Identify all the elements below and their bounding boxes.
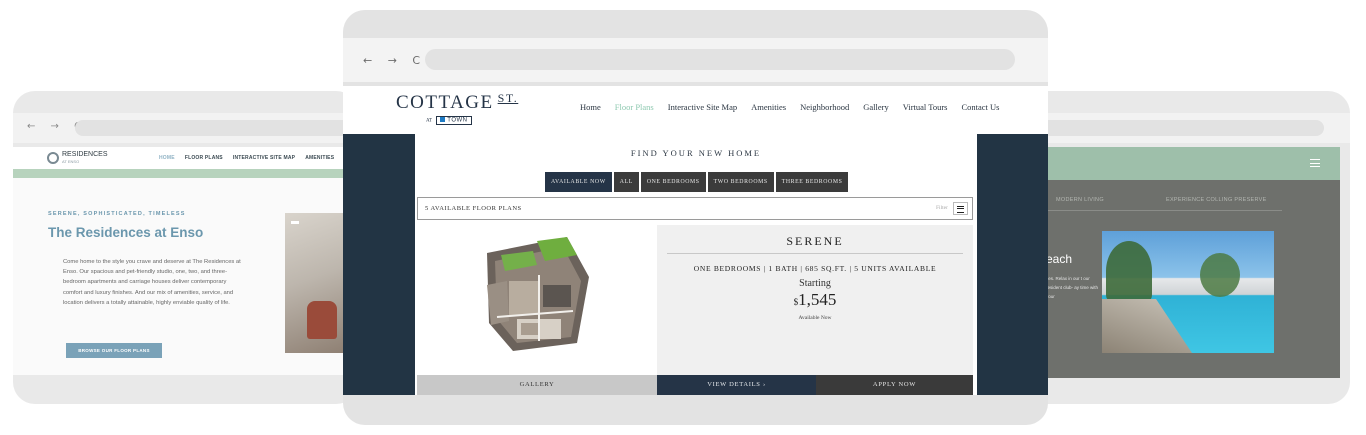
address-bar[interactable] <box>75 120 358 136</box>
filter-two-bedrooms[interactable]: TWO BEDROOMS <box>707 172 774 192</box>
enso-nav-floor-plans[interactable]: FLOOR PLANS <box>185 155 223 161</box>
nav-gallery[interactable]: Gallery <box>863 102 889 112</box>
hamburger-menu-icon[interactable] <box>1310 159 1320 167</box>
floor-plan-image[interactable] <box>417 225 657 375</box>
filter-all[interactable]: ALL <box>613 172 639 192</box>
floor-plans-section: FIND YOUR NEW HOME AVAILABLE NOW ALL ONE… <box>415 134 977 395</box>
palm-tree <box>1106 241 1152 301</box>
plan-specs: ONE BEDROOMS | 1 BATH | 685 SQ.FT. | 5 U… <box>693 264 937 273</box>
nav-virtual-tours[interactable]: Virtual Tours <box>903 102 948 112</box>
nav-amenities[interactable]: Amenities <box>751 102 786 112</box>
enso-accent-stripe <box>13 169 358 178</box>
tab-experience[interactable]: EXPERIENCE COLLING PRESERVE <box>1166 197 1267 203</box>
enso-nav-amenities[interactable]: AMENITIES <box>305 155 334 161</box>
logo-word: COTTAGE <box>396 92 494 113</box>
center-browser-window: ← → C COTTAGE ST. AT TOWN Home Floor Pla… <box>343 10 1048 425</box>
price-value: 1,545 <box>798 290 837 309</box>
cottage-header: COTTAGE ST. AT TOWN Home Floor Plans Int… <box>343 86 1048 134</box>
filter-label[interactable]: Filter <box>936 205 948 211</box>
palm-tree <box>1200 253 1240 297</box>
enso-page: RESIDENCES AT ENSO HOME FLOOR PLANS INTE… <box>13 147 358 375</box>
divider <box>667 253 963 254</box>
browser-nav-icons[interactable]: ← → C <box>363 54 426 67</box>
enso-nav-home[interactable]: HOME <box>159 155 175 161</box>
filter-menu-icon[interactable] <box>953 202 968 215</box>
filter-available-now[interactable]: AVAILABLE NOW <box>545 172 612 192</box>
browse-floor-plans-button[interactable]: BROWSE OUR FLOOR PLANS <box>66 343 162 358</box>
results-bar: 5 AVAILABLE FLOOR PLANS Filter <box>417 197 973 220</box>
filter-tabs: AVAILABLE NOW ALL ONE BEDROOMS TWO BEDRO… <box>545 172 849 192</box>
floor-plan-card: SERENE ONE BEDROOMS | 1 BATH | 685 SQ.FT… <box>417 225 973 395</box>
pool-photo <box>1102 231 1274 353</box>
apply-now-button[interactable]: APPLY NOW <box>816 375 973 395</box>
starting-label: Starting <box>799 278 831 289</box>
nav-floor-plans[interactable]: Floor Plans <box>615 102 654 112</box>
availability-label: Available Now <box>798 315 832 321</box>
filter-one-bedrooms[interactable]: ONE BEDROOMS <box>640 172 706 192</box>
enso-logo-name: RESIDENCES <box>62 151 108 158</box>
filter-three-bedrooms[interactable]: THREE BEDROOMS <box>775 172 849 192</box>
light-fixture <box>291 221 299 224</box>
gallery-button[interactable]: GALLERY <box>417 375 657 395</box>
town-square-icon <box>440 117 446 122</box>
nav-neighborhood[interactable]: Neighborhood <box>800 102 849 112</box>
town-badge: TOWN <box>436 116 472 125</box>
enso-nav: HOME FLOOR PLANS INTERACTIVE SITE MAP AM… <box>159 155 334 161</box>
address-bar[interactable] <box>1010 120 1324 136</box>
cottage-nav: Home Floor Plans Interactive Site Map Am… <box>580 102 1000 112</box>
nav-site-map[interactable]: Interactive Site Map <box>668 102 737 112</box>
floor-plan-details: SERENE ONE BEDROOMS | 1 BATH | 685 SQ.FT… <box>657 225 973 375</box>
find-home-title: FIND YOUR NEW HOME <box>630 148 762 158</box>
tab-modern-living[interactable]: MODERN LIVING <box>1056 197 1104 203</box>
floor-plan-3d-icon <box>487 237 589 351</box>
colling-tabs: MODERN LIVING EXPERIENCE COLLING PRESERV… <box>1010 195 1282 211</box>
right-browser-window: MODERN LIVING EXPERIENCE COLLING PRESERV… <box>1010 91 1350 404</box>
enso-body-text: Come home to the style you crave and des… <box>63 259 241 306</box>
plan-price: $1,545 <box>657 290 973 310</box>
section-title: each <box>1046 252 1073 266</box>
nav-contact-us[interactable]: Contact Us <box>961 102 999 112</box>
enso-eyebrow: SERENE, SOPHISTICATED, TIMELESS <box>48 211 186 217</box>
logo-at: AT <box>426 118 433 124</box>
town-label: TOWN <box>447 117 468 124</box>
section-body: ties. Relax in our t our resident club- … <box>1046 276 1099 299</box>
enso-title: The Residences at Enso <box>48 225 204 240</box>
address-bar[interactable] <box>425 49 1015 70</box>
pool-deck <box>1102 299 1192 353</box>
colling-header <box>1010 147 1340 180</box>
enso-nav-site-map[interactable]: INTERACTIVE SITE MAP <box>233 155 295 161</box>
enso-logo[interactable]: RESIDENCES AT ENSO <box>47 151 108 165</box>
left-browser-window: ← → C RESIDENCES AT ENSO HOME FLOOR PLAN… <box>13 91 358 404</box>
armchair <box>307 301 337 339</box>
cottage-logo[interactable]: COTTAGE ST. AT TOWN <box>396 91 519 125</box>
enso-ring-icon <box>47 152 59 164</box>
nav-home[interactable]: Home <box>580 102 601 112</box>
view-details-button[interactable]: VIEW DETAILS › <box>657 375 816 395</box>
logo-st: ST. <box>497 91 519 105</box>
enso-header: RESIDENCES AT ENSO HOME FLOOR PLANS INTE… <box>13 147 358 169</box>
cottage-page: COTTAGE ST. AT TOWN Home Floor Plans Int… <box>343 86 1048 395</box>
results-count: 5 AVAILABLE FLOOR PLANS <box>425 205 522 212</box>
colling-page: MODERN LIVING EXPERIENCE COLLING PRESERV… <box>1010 147 1340 378</box>
plan-name: SERENE <box>786 234 844 248</box>
enso-logo-sub: AT ENSO <box>62 159 80 164</box>
